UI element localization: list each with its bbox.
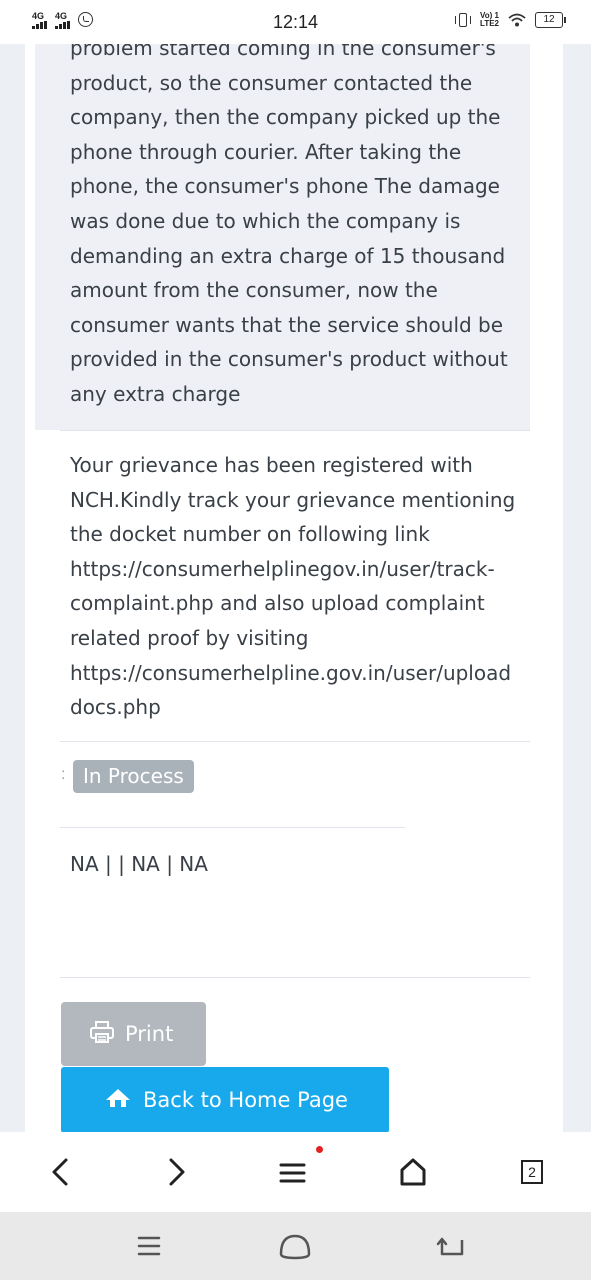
remarks-text: NA | | NA | NA (70, 852, 208, 876)
browser-home-icon[interactable] (393, 1152, 433, 1192)
wifi-icon (508, 13, 526, 27)
back-arrow-icon[interactable] (40, 1152, 80, 1192)
printer-icon (89, 1020, 115, 1049)
vibrate-icon (455, 13, 472, 27)
notification-dot (316, 1146, 323, 1153)
back-nav-icon[interactable] (432, 1228, 472, 1264)
status-badge: In Process (73, 760, 194, 793)
volte-indicator: Vo) 1 LTE2 (480, 12, 499, 28)
web-page: problem started coming in the consumer's… (0, 0, 591, 1132)
complaint-description-text: problem started coming in the consumer's… (70, 36, 508, 406)
forward-arrow-icon[interactable] (157, 1152, 197, 1192)
divider (60, 741, 530, 742)
browser-toolbar: 2 (0, 1132, 591, 1212)
status-separator: : (61, 766, 66, 783)
back-to-home-button[interactable]: Back to Home Page (61, 1067, 389, 1132)
grievance-registration-note: Your grievance has been registered with … (70, 453, 516, 720)
status-bar: 4G 4G 12:14 Vo) 1 LTE2 12 (0, 0, 591, 44)
divider (60, 827, 405, 828)
tabs-button[interactable]: 2 (511, 1152, 551, 1192)
divider (60, 977, 530, 978)
home-nav-icon[interactable] (275, 1228, 315, 1264)
print-button-label: Print (125, 1022, 174, 1046)
battery-icon: 12 (535, 12, 566, 28)
recent-apps-icon[interactable] (129, 1228, 169, 1264)
tabs-count: 2 (521, 1160, 543, 1184)
home-icon (105, 1087, 131, 1114)
back-to-home-label: Back to Home Page (143, 1088, 348, 1112)
system-navigation-bar (0, 1212, 591, 1280)
menu-icon[interactable] (274, 1152, 314, 1192)
volte-line-2: LTE2 (480, 19, 499, 28)
print-button[interactable]: Print (61, 1002, 206, 1066)
divider (60, 430, 530, 431)
